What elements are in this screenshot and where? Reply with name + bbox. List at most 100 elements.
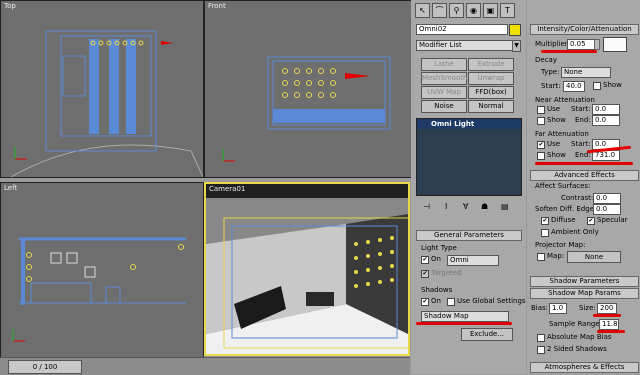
front-view-drawing [222, 56, 391, 162]
sample-range-field[interactable]: 11.8 [599, 319, 619, 330]
top-view-drawing [10, 30, 203, 177]
time-slider[interactable]: 0 / 100 [8, 360, 82, 374]
annotation-underline [593, 314, 621, 317]
uvw-map-button[interactable]: UVW Map [421, 86, 467, 99]
decay-show-checkbox[interactable] [593, 82, 601, 90]
near-show-checkbox[interactable] [537, 117, 545, 125]
hierarchy-icon[interactable]: ⚲ [449, 3, 464, 18]
far-use-checkbox[interactable]: ✔ [537, 141, 545, 149]
light-color-swatch[interactable] [603, 37, 627, 52]
ambient-only-checkbox[interactable] [541, 229, 549, 237]
two-sided-shadows-label: 2 Sided Shadows [547, 345, 607, 353]
near-start-label: Start: [571, 105, 591, 113]
stack-item-omni-light[interactable]: Omni Light [417, 119, 521, 129]
decay-label: Decay [535, 56, 557, 64]
shadow-type-dropdown[interactable]: Shadow Map [421, 311, 509, 322]
annotation-underline [535, 162, 633, 165]
ambient-only-label: Ambient Only [551, 228, 599, 236]
chevron-down-icon[interactable]: ▼ [512, 40, 521, 52]
remove-modifier-icon[interactable]: ☗ [481, 202, 491, 212]
bias-field[interactable]: 1.0 [549, 303, 567, 314]
sample-range-label: Sample Range: [549, 320, 603, 328]
specular-label: Specular [597, 216, 628, 224]
map-checkbox[interactable] [537, 253, 545, 261]
shadows-on-checkbox[interactable]: ✔ [421, 298, 429, 306]
command-panel-left: ↖ ⌒ ⚲ ◉ ▣ T Omni02 Modifier List ▼ Lathe… [411, 0, 526, 374]
targeted-checkbox[interactable]: ✔ [421, 270, 429, 278]
extrude-button[interactable]: Extrude [468, 58, 514, 71]
motion-icon[interactable]: ◉ [466, 3, 481, 18]
pin-stack-icon[interactable]: ⊣ [423, 202, 433, 212]
far-use-label: Use [547, 140, 561, 148]
viewport-left[interactable]: Left [0, 182, 204, 358]
intensity-rollout[interactable]: Intensity/Color/Attenuation [530, 24, 639, 35]
pointer-icon[interactable]: ↖ [415, 3, 430, 18]
advanced-effects-rollout[interactable]: Advanced Effects [530, 170, 639, 181]
viewport-camera[interactable]: Camera01 [204, 182, 410, 356]
display-icon[interactable]: ▣ [483, 3, 498, 18]
decay-start-field[interactable]: 40.0 [563, 81, 585, 92]
left-view-drawing [12, 237, 186, 342]
far-start-label: Start: [571, 140, 591, 148]
lathe-button[interactable]: Lathe [421, 58, 467, 71]
annotation-underline [541, 50, 597, 53]
soften-edge-field[interactable]: 0.0 [593, 204, 621, 215]
object-name-field[interactable]: Omni02 [416, 24, 508, 35]
near-start-field[interactable]: 0.0 [592, 104, 620, 115]
specular-checkbox[interactable]: ✔ [587, 217, 595, 225]
soften-edge-label: Soften Diff. Edge: [535, 205, 597, 213]
projector-map-label: Projector Map: [535, 241, 586, 249]
bias-label: Bias: [531, 304, 549, 312]
absolute-map-bias-checkbox[interactable] [537, 334, 545, 342]
shadow-parameters-rollout[interactable]: Shadow Parameters [530, 276, 639, 287]
exclude-button[interactable]: Exclude... [461, 328, 513, 341]
modifier-list-dropdown[interactable]: Modifier List [416, 40, 516, 51]
far-show-checkbox[interactable] [537, 152, 545, 160]
projector-map-button[interactable]: None [567, 251, 621, 263]
ffd-box-button[interactable]: FFD(box) [468, 86, 514, 99]
utilities-icon[interactable]: T [500, 3, 515, 18]
targeted-label: Targeted [431, 269, 462, 277]
absolute-map-bias-label: Absolute Map Bias [547, 333, 612, 341]
time-bar: 0 / 100 [0, 357, 410, 375]
contrast-label: Contrast: [561, 194, 594, 202]
object-color-swatch[interactable] [509, 24, 521, 36]
shadow-map-params-rollout[interactable]: Shadow Map Params [530, 288, 639, 299]
near-use-checkbox[interactable] [537, 106, 545, 114]
meshsmooth-button[interactable]: MeshSmooth [421, 72, 467, 85]
make-unique-icon[interactable]: ∀ [463, 202, 473, 212]
normal-button[interactable]: Normal [468, 100, 514, 113]
general-parameters-rollout[interactable]: General Parameters [416, 230, 522, 241]
modifier-stack[interactable]: Omni Light [416, 118, 522, 196]
decay-type-dropdown[interactable]: None [561, 67, 611, 78]
configure-sets-icon[interactable]: ▤ [501, 202, 511, 212]
noise-button[interactable]: Noise [421, 100, 467, 113]
light-on-checkbox[interactable]: ✔ [421, 256, 429, 264]
multiplier-spinner[interactable] [594, 39, 600, 50]
decay-start-label: Start: [541, 82, 561, 90]
modify-icon[interactable]: ⌒ [432, 3, 447, 18]
command-panel-right: Intensity/Color/Attenuation Multiplier: … [527, 0, 640, 374]
two-sided-shadows-checkbox[interactable] [537, 346, 545, 354]
viewport-top[interactable]: Top [0, 0, 204, 178]
diffuse-label: Diffuse [551, 216, 576, 224]
show-end-result-icon[interactable]: I [445, 202, 455, 212]
multiplier-field[interactable]: 0.05 [567, 39, 595, 50]
unwrap-uvw-button[interactable]: Unwrap UVW [468, 72, 514, 93]
viewport-front[interactable]: Front [204, 0, 412, 178]
size-label: Size: [579, 304, 596, 312]
shadows-label: Shadows [421, 286, 453, 294]
diffuse-checkbox[interactable]: ✔ [541, 217, 549, 225]
use-global-settings-checkbox[interactable] [447, 298, 455, 306]
annotation-underline [416, 322, 512, 325]
far-attenuation-label: Far Attenuation [535, 130, 589, 138]
near-show-label: Show [547, 116, 566, 124]
near-end-field[interactable]: 0.0 [592, 115, 620, 126]
near-use-label: Use [547, 105, 561, 113]
atmospheres-effects-rollout[interactable]: Atmospheres & Effects [530, 362, 639, 373]
light-type-label: Light Type [421, 244, 457, 252]
contrast-field[interactable]: 0.0 [593, 193, 621, 204]
use-global-settings-label: Use Global Settings [457, 297, 526, 305]
light-type-dropdown[interactable]: Omni [447, 255, 499, 266]
size-field[interactable]: 200 [597, 303, 617, 314]
